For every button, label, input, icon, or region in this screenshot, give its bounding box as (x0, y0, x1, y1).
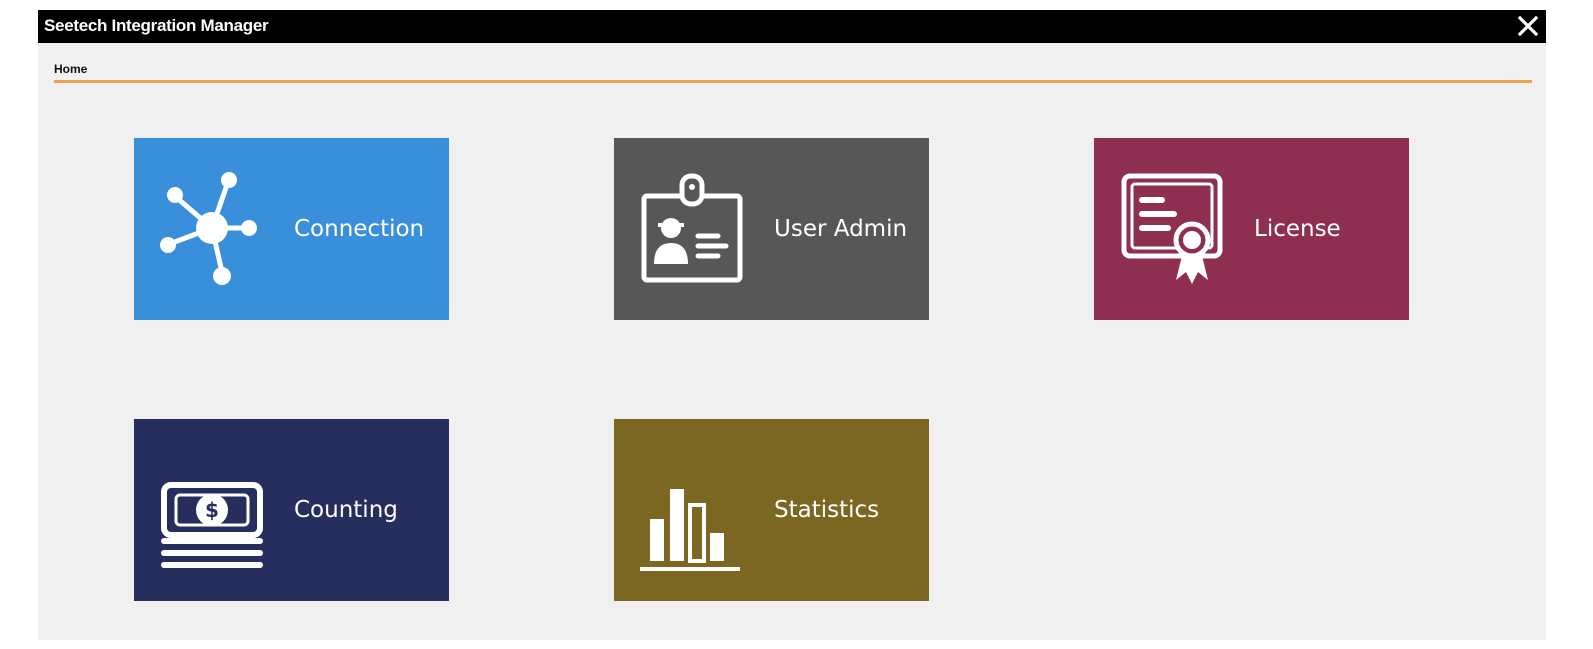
network-hub-icon (160, 172, 257, 285)
certificate-icon (1121, 173, 1223, 284)
bar-chart-icon (640, 489, 740, 571)
tile-counting-label: Counting (294, 497, 398, 523)
tile-user-admin[interactable]: User Admin (614, 138, 929, 320)
tile-license-label: License (1254, 216, 1341, 242)
tile-connection-label: Connection (294, 216, 425, 242)
tile-statistics[interactable]: Statistics (614, 419, 929, 601)
money-stack-icon: $ (161, 482, 263, 568)
breadcrumb-home[interactable]: Home (54, 62, 87, 76)
svg-text:$: $ (205, 498, 219, 522)
title-bar: Seetech Integration Manager (38, 10, 1546, 43)
tile-counting[interactable]: $ Counting (134, 419, 449, 601)
app-window: Seetech Integration Manager Home Connect… (38, 10, 1546, 640)
breadcrumb[interactable]: Home (54, 62, 87, 76)
id-badge-icon (641, 173, 743, 283)
close-button[interactable] (1514, 12, 1542, 40)
header-divider (54, 80, 1532, 83)
window-title: Seetech Integration Manager (44, 16, 269, 35)
tile-connection[interactable]: Connection (134, 138, 449, 320)
tile-license[interactable]: License (1094, 138, 1409, 320)
close-icon (1517, 15, 1539, 37)
tile-user-admin-label: User Admin (774, 216, 908, 242)
tile-statistics-label: Statistics (774, 497, 880, 523)
